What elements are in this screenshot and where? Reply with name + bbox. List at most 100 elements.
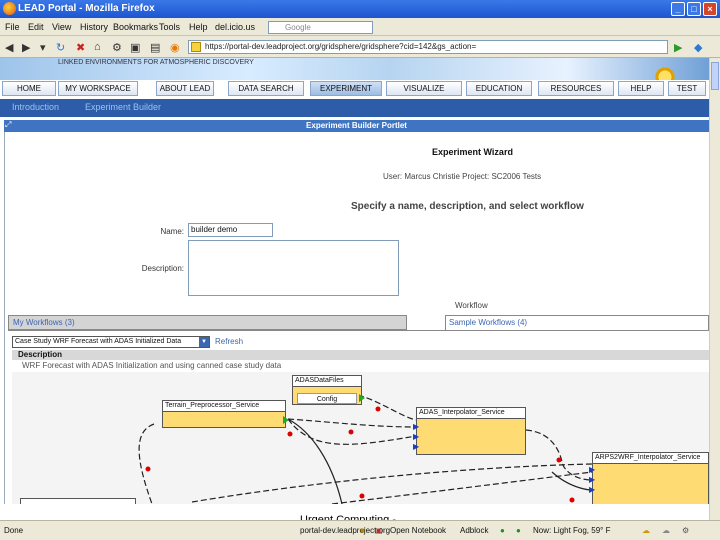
weather-icon[interactable]: ☁ — [642, 526, 650, 535]
input-port-icon[interactable]: ▶ — [589, 475, 595, 484]
tab-my-workspace[interactable]: MY WORKSPACE — [58, 81, 138, 96]
connector-dot[interactable] — [359, 493, 365, 499]
weather-text: Now: Light Fog, 59° F — [533, 526, 611, 535]
adblock-label[interactable]: Adblock — [460, 526, 488, 535]
refresh-link[interactable]: Refresh — [215, 337, 243, 346]
dropdown-arrow-icon[interactable]: ▾ — [40, 41, 46, 54]
workflow-node-partial[interactable] — [20, 498, 136, 504]
workflow-node-adas-interpolator[interactable]: ADAS_Interpolator_Service ▶ ▶ ▶ — [413, 407, 526, 455]
workflow-node-arps2wrf-interpolator[interactable]: ARPS2WRF_Interpolator_Service ▶ ▶ ▶ — [589, 452, 709, 504]
tab-education[interactable]: EDUCATION — [466, 81, 532, 96]
address-bar[interactable]: https://portal-dev.leadproject.org/grids… — [188, 40, 668, 54]
connector-dot[interactable] — [556, 457, 562, 463]
menu-delicious[interactable]: del.icio.us — [215, 22, 255, 32]
adblock-icon[interactable]: ● — [500, 526, 505, 535]
portlet-resize-icon[interactable]: ⤢ — [5, 120, 11, 130]
site-banner: LINKED ENVIRONMENTS FOR ATMOSPHERIC DISC… — [0, 58, 709, 80]
page-icon[interactable]: ▤ — [150, 41, 160, 54]
input-port-icon[interactable]: ▶ — [413, 442, 419, 451]
tab-help[interactable]: HELP — [618, 81, 664, 96]
name-field[interactable]: builder demo — [188, 223, 273, 237]
connector-dot[interactable] — [145, 466, 151, 472]
output-port-icon[interactable] — [359, 394, 365, 402]
back-icon[interactable]: ◀ — [5, 41, 13, 54]
connection-line — [287, 418, 343, 504]
tab-visualize[interactable]: VISUALIZE — [386, 81, 462, 96]
firefox-icon — [3, 2, 16, 15]
navigation-toolbar: ◀ ▶ ▾ ↻ ✖ ⌂ ⚙ ▣ ▤ ◉ https://portal-dev.l… — [0, 36, 720, 58]
connection-line — [138, 423, 155, 504]
subnav-experiment-builder[interactable]: Experiment Builder — [85, 102, 161, 112]
connector-dot[interactable] — [375, 406, 381, 412]
close-button[interactable]: × — [703, 2, 717, 16]
subnav-introduction[interactable]: Introduction — [12, 102, 59, 112]
minimize-button[interactable]: _ — [671, 2, 685, 16]
reload-icon[interactable]: ↻ — [56, 41, 65, 54]
banner-text: LINKED ENVIRONMENTS FOR ATMOSPHERIC DISC… — [58, 59, 254, 66]
print-icon[interactable]: ▣ — [130, 41, 140, 54]
stop-icon[interactable]: ✖ — [76, 41, 85, 54]
connector-dot[interactable] — [348, 429, 354, 435]
wizard-title: Experiment Wizard — [432, 147, 513, 157]
menu-help[interactable]: Help — [189, 22, 208, 32]
workflow-tabs-divider — [8, 330, 709, 331]
workflow-select-value: Case Study WRF Forecast with ADAS Initia… — [15, 338, 182, 345]
home-icon[interactable]: ⌂ — [94, 41, 101, 53]
portal-tabs: HOME MY WORKSPACE ABOUT LEAD DATA SEARCH… — [0, 80, 709, 99]
node-title — [21, 499, 135, 504]
tab-data-search[interactable]: DATA SEARCH — [228, 81, 304, 96]
input-port-icon[interactable]: ▶ — [413, 422, 419, 431]
workflow-canvas[interactable]: ADASDataFiles Config Terrain_Preprocesso… — [12, 372, 709, 504]
bookmark-icon[interactable]: ⚙ — [112, 41, 122, 54]
tab-resources[interactable]: RESOURCES — [538, 81, 614, 96]
settings-icon[interactable]: ⚙ — [682, 526, 689, 535]
lock-icon — [191, 42, 201, 52]
forward-icon[interactable]: ▶ — [22, 41, 30, 54]
notebook-link[interactable]: Open Notebook — [390, 526, 446, 535]
tab-my-workflows[interactable]: My Workflows (3) — [8, 315, 407, 330]
input-port-icon[interactable]: ▶ — [589, 465, 595, 474]
instruction-heading: Specify a name, description, and select … — [351, 201, 584, 212]
menu-view[interactable]: View — [52, 22, 71, 32]
description-textarea[interactable] — [188, 240, 399, 296]
status-ok-icon[interactable]: ● — [516, 526, 521, 535]
node-title: Terrain_Preprocessor_Service — [163, 401, 285, 412]
tab-about-lead[interactable]: ABOUT LEAD — [156, 81, 214, 96]
workflow-node-adas-data-files[interactable]: ADASDataFiles Config — [292, 375, 365, 405]
tab-home[interactable]: HOME — [2, 81, 56, 96]
workflow-node-terrain-preprocessor[interactable]: Terrain_Preprocessor_Service — [162, 400, 289, 428]
extension-icon[interactable]: ◆ — [694, 41, 702, 54]
scrollbar-thumb[interactable] — [711, 62, 719, 90]
window-title: LEAD Portal - Mozilla Firefox — [18, 3, 155, 14]
tab-experiment[interactable]: EXPERIMENT — [310, 81, 382, 96]
description-text: WRF Forecast with ADAS Initialization an… — [22, 361, 282, 370]
weather-icon-2[interactable]: ☁ — [662, 526, 670, 535]
lock-icon[interactable]: ■ — [360, 526, 365, 535]
connector-dot[interactable] — [287, 431, 293, 437]
maximize-button[interactable]: □ — [687, 2, 701, 16]
vertical-scrollbar[interactable] — [709, 58, 720, 520]
menu-edit[interactable]: Edit — [28, 22, 44, 32]
workflow-label: Workflow — [455, 301, 488, 310]
user-project-line: User: Marcus Christie Project: SC2006 Te… — [383, 172, 542, 181]
workflow-select[interactable]: Case Study WRF Forecast with ADAS Initia… — [12, 336, 210, 348]
tab-sample-workflows[interactable]: Sample Workflows (4) — [445, 315, 709, 330]
menu-history[interactable]: History — [80, 22, 108, 32]
node-title: ADASDataFiles — [293, 376, 361, 387]
rss-icon[interactable]: ◉ — [170, 41, 180, 54]
menu-tools[interactable]: Tools — [159, 22, 180, 32]
menu-file[interactable]: File — [5, 22, 20, 32]
tab-test[interactable]: TEST — [668, 81, 706, 96]
go-icon[interactable]: ▶ — [674, 41, 682, 54]
input-port-icon[interactable]: ▶ — [589, 485, 595, 494]
connector-dot[interactable] — [569, 497, 575, 503]
connection-line — [357, 394, 417, 421]
config-button[interactable]: Config — [297, 393, 357, 404]
input-port-icon[interactable]: ▶ — [413, 432, 419, 441]
notebook-icon[interactable]: ▣ — [375, 526, 383, 535]
chevron-down-icon[interactable]: ▼ — [199, 337, 209, 347]
search-input[interactable]: Google — [268, 21, 373, 34]
menu-bookmarks[interactable]: Bookmarks — [113, 22, 158, 32]
output-port-icon[interactable] — [283, 416, 289, 424]
sub-navigation: Introduction Experiment Builder — [0, 99, 709, 117]
